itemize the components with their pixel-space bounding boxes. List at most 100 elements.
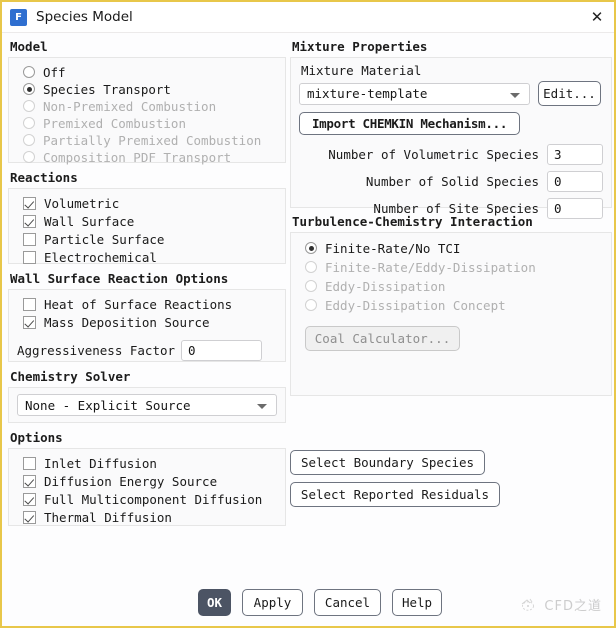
checkbox-electrochemical-label: Electrochemical xyxy=(44,250,157,265)
checkbox-diffusion-energy-source-label: Diffusion Energy Source xyxy=(44,474,217,489)
radio-partially-premixed-combustion[interactable]: Partially Premixed Combustion xyxy=(23,132,277,148)
radio-finite-rate-no-tci-label: Finite-Rate/No TCI xyxy=(325,241,460,256)
options-group: Inlet Diffusion Diffusion Energy Source … xyxy=(8,448,286,526)
checkbox-particle-surface-indicator xyxy=(23,233,36,246)
watermark: CFD之道 xyxy=(519,595,602,614)
checkbox-particle-surface[interactable]: Particle Surface xyxy=(23,231,277,248)
checkbox-volumetric-label: Volumetric xyxy=(44,196,119,211)
radio-non-premixed-combustion[interactable]: Non-Premixed Combustion xyxy=(23,98,277,114)
title-bar: F Species Model ✕ xyxy=(2,2,614,33)
radio-eddy-dissipation[interactable]: Eddy-Dissipation xyxy=(305,277,603,295)
checkbox-thermal-diffusion-indicator xyxy=(23,511,36,524)
radio-eddy-dissipation-concept-indicator xyxy=(305,299,317,311)
select-reported-residuals-button[interactable]: Select Reported Residuals xyxy=(290,482,500,507)
checkbox-full-multicomponent-diffusion[interactable]: Full Multicomponent Diffusion xyxy=(23,491,277,508)
radio-finite-rate-eddy-dissipation-indicator xyxy=(305,261,317,273)
radio-partially-premixed-combustion-label: Partially Premixed Combustion xyxy=(43,133,261,148)
solid-species-input[interactable]: 0 xyxy=(547,171,603,192)
chemistry-solver-select[interactable]: None - Explicit Source xyxy=(17,394,277,416)
radio-premixed-combustion-label: Premixed Combustion xyxy=(43,116,186,131)
ok-button[interactable]: OK xyxy=(198,589,231,616)
mixture-material-row: mixture-template Edit... xyxy=(299,81,603,106)
reactions-group-title: Reactions xyxy=(8,168,286,188)
select-boundary-species-button[interactable]: Select Boundary Species xyxy=(290,450,485,475)
import-chemkin-mechanism-button[interactable]: Import CHEMKIN Mechanism... xyxy=(299,112,520,135)
radio-premixed-combustion[interactable]: Premixed Combustion xyxy=(23,115,277,131)
radio-composition-pdf-transport[interactable]: Composition PDF Transport xyxy=(23,149,277,165)
turbulence-chemistry-interaction-group: Finite-Rate/No TCI Finite-Rate/Eddy-Diss… xyxy=(290,232,612,396)
checkbox-wall-surface-label: Wall Surface xyxy=(44,214,134,229)
checkbox-inlet-diffusion[interactable]: Inlet Diffusion xyxy=(23,455,277,472)
radio-finite-rate-no-tci-indicator xyxy=(305,242,317,254)
radio-species-transport-label: Species Transport xyxy=(43,82,171,97)
checkbox-volumetric-indicator xyxy=(23,197,36,210)
radio-non-premixed-combustion-label: Non-Premixed Combustion xyxy=(43,99,216,114)
aggressiveness-factor-row: Aggressiveness Factor 0 xyxy=(17,340,277,361)
site-species-input[interactable]: 0 xyxy=(547,198,603,219)
mixture-properties-title: Mixture Properties xyxy=(290,37,612,57)
checkbox-heat-of-surface-reactions-indicator xyxy=(23,298,36,311)
volumetric-species-label: Number of Volumetric Species xyxy=(328,147,539,162)
left-column: Model Off Species Transport Non-Premixed… xyxy=(8,37,286,526)
radio-species-transport-indicator xyxy=(23,83,35,95)
radio-eddy-dissipation-indicator xyxy=(305,280,317,292)
chemistry-solver-title: Chemistry Solver xyxy=(8,367,286,387)
radio-eddy-dissipation-concept[interactable]: Eddy-Dissipation Concept xyxy=(305,296,603,314)
aggressiveness-factor-input[interactable]: 0 xyxy=(181,340,262,361)
wall-surface-reaction-options-group: Heat of Surface Reactions Mass Depositio… xyxy=(8,289,286,362)
checkbox-mass-deposition-source[interactable]: Mass Deposition Source xyxy=(23,314,277,331)
coal-calculator-button[interactable]: Coal Calculator... xyxy=(305,326,460,351)
apply-button[interactable]: Apply xyxy=(242,589,303,616)
volumetric-species-input[interactable]: 3 xyxy=(547,144,603,165)
dialog-body: Model Off Species Transport Non-Premixed… xyxy=(2,33,614,629)
side-buttons: Select Boundary Species Select Reported … xyxy=(290,450,612,507)
radio-finite-rate-no-tci[interactable]: Finite-Rate/No TCI xyxy=(305,239,603,257)
checkbox-full-multicomponent-diffusion-indicator xyxy=(23,493,36,506)
mixture-material-select[interactable]: mixture-template xyxy=(299,83,530,105)
chevron-down-icon xyxy=(257,404,267,409)
checkbox-inlet-diffusion-indicator xyxy=(23,457,36,470)
chevron-down-icon xyxy=(510,93,520,98)
checkbox-diffusion-energy-source-indicator xyxy=(23,475,36,488)
checkbox-diffusion-energy-source[interactable]: Diffusion Energy Source xyxy=(23,473,277,490)
fluent-f-icon: F xyxy=(10,9,27,26)
window-title: Species Model xyxy=(36,9,133,25)
model-group-title: Model xyxy=(8,37,286,57)
chemistry-solver-group: None - Explicit Source xyxy=(8,387,286,423)
radio-composition-pdf-transport-label: Composition PDF Transport xyxy=(43,150,231,165)
checkbox-electrochemical[interactable]: Electrochemical xyxy=(23,249,277,266)
radio-off-label: Off xyxy=(43,65,66,80)
checkbox-volumetric[interactable]: Volumetric xyxy=(23,195,277,212)
radio-species-transport[interactable]: Species Transport xyxy=(23,81,277,97)
reactions-group: Volumetric Wall Surface Particle Surface… xyxy=(8,188,286,264)
dialog-button-row: OK Apply Cancel Help xyxy=(198,589,442,616)
checkbox-heat-of-surface-reactions-label: Heat of Surface Reactions xyxy=(44,297,232,312)
checkbox-thermal-diffusion[interactable]: Thermal Diffusion xyxy=(23,509,277,526)
mixture-material-label: Mixture Material xyxy=(299,62,603,81)
checkbox-thermal-diffusion-label: Thermal Diffusion xyxy=(44,510,172,525)
checkbox-mass-deposition-source-label: Mass Deposition Source xyxy=(44,315,210,330)
radio-partially-premixed-combustion-indicator xyxy=(23,134,35,146)
edit-button[interactable]: Edit... xyxy=(538,81,601,106)
radio-off-indicator xyxy=(23,66,35,78)
help-button[interactable]: Help xyxy=(392,589,442,616)
radio-finite-rate-eddy-dissipation-label: Finite-Rate/Eddy-Dissipation xyxy=(325,260,536,275)
checkbox-full-multicomponent-diffusion-label: Full Multicomponent Diffusion xyxy=(44,492,262,507)
chemistry-solver-value: None - Explicit Source xyxy=(25,398,191,413)
species-model-dialog: F Species Model ✕ Model Off Species Tran… xyxy=(0,0,616,628)
volumetric-species-row: Number of Volumetric Species 3 xyxy=(299,144,603,165)
checkbox-wall-surface[interactable]: Wall Surface xyxy=(23,213,277,230)
mixture-properties-group: Mixture Material mixture-template Edit..… xyxy=(290,57,612,208)
options-group-title: Options xyxy=(8,428,286,448)
close-icon[interactable]: ✕ xyxy=(586,6,608,28)
radio-composition-pdf-transport-indicator xyxy=(23,151,35,163)
solid-species-label: Number of Solid Species xyxy=(366,174,539,189)
checkbox-particle-surface-label: Particle Surface xyxy=(44,232,164,247)
radio-finite-rate-eddy-dissipation[interactable]: Finite-Rate/Eddy-Dissipation xyxy=(305,258,603,276)
model-group: Off Species Transport Non-Premixed Combu… xyxy=(8,57,286,163)
radio-off[interactable]: Off xyxy=(23,64,277,80)
cfd-logo-icon xyxy=(519,597,539,613)
cancel-button[interactable]: Cancel xyxy=(314,589,381,616)
checkbox-heat-of-surface-reactions[interactable]: Heat of Surface Reactions xyxy=(23,296,277,313)
radio-non-premixed-combustion-indicator xyxy=(23,100,35,112)
